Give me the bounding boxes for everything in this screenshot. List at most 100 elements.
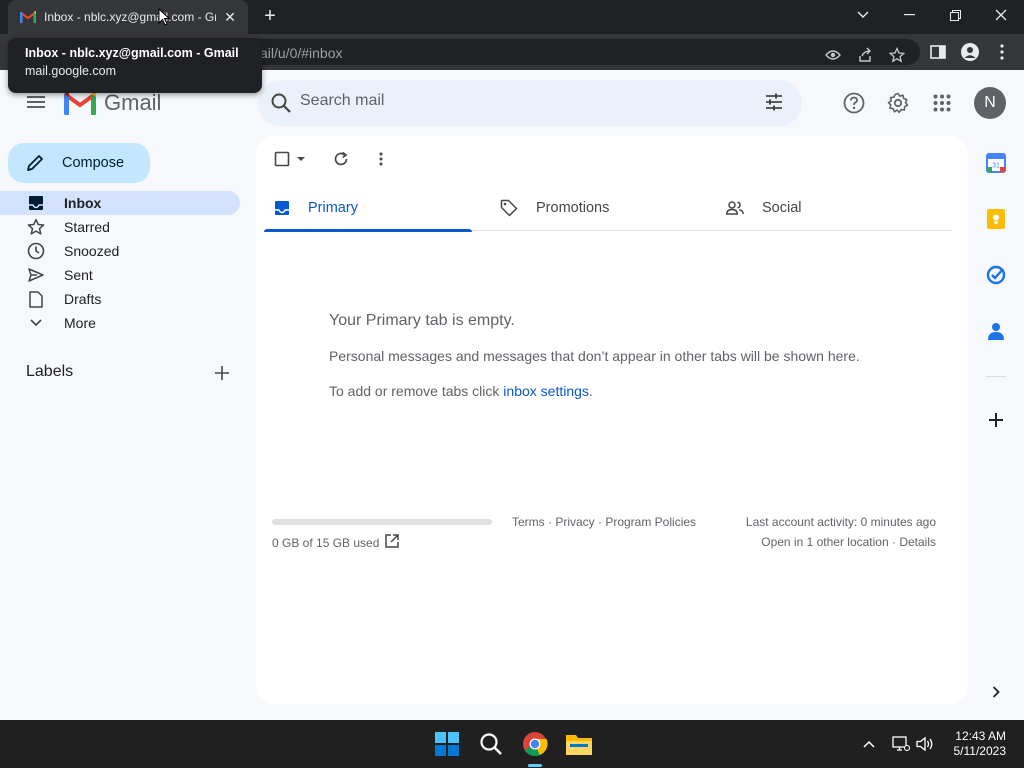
storage-meter [272,519,492,525]
sidebar-item-starred[interactable]: Starred [0,215,240,239]
profile-icon[interactable] [960,42,980,62]
clock-time: 12:43 AM [955,729,1006,743]
create-label-button[interactable] [212,363,232,383]
search-icon[interactable] [270,92,292,119]
empty-state-description: Personal messages and messages that don’… [329,348,860,364]
tab-label: Primary [308,199,358,216]
plus-icon [215,366,229,380]
eye-icon[interactable] [824,46,842,64]
bookmark-star-icon[interactable] [888,46,906,64]
get-addons-plus-icon[interactable] [984,408,1008,432]
checkbox-icon [274,151,290,167]
pencil-icon [27,155,43,171]
main-menu-button[interactable] [24,90,48,114]
settings-gear-icon[interactable] [886,91,910,115]
share-icon[interactable] [856,46,874,64]
hint-prefix: To add or remove tabs click [329,383,504,399]
more-actions-button[interactable] [379,149,383,169]
clock-icon [26,241,46,261]
tab-primary[interactable]: Primary [264,184,472,232]
inbox-settings-link[interactable]: inbox settings [503,383,589,399]
storage-usage-text: 0 GB of 15 GB used [272,536,380,550]
chrome-taskbar-icon[interactable] [521,730,549,758]
other-location-details[interactable]: Open in 1 other location · Details [761,535,936,549]
help-icon[interactable] [842,91,866,115]
tab-search-button[interactable] [840,0,886,30]
more-vert-icon [379,152,383,166]
refresh-icon [334,151,348,166]
search-options-icon[interactable] [764,92,784,117]
windows-taskbar: 12:43 AM 5/11/2023 [0,720,1024,768]
compose-label: Compose [62,155,125,171]
taskbar-search-icon[interactable] [477,730,505,758]
sidebar-item-label: Snoozed [64,243,120,259]
minimize-button[interactable] [886,0,932,30]
open-in-new-icon[interactable] [384,533,400,554]
main-content-panel: Primary Promotions Social Your Primary t… [256,136,968,704]
sidebar-item-label: Drafts [64,291,102,307]
sidebar-item-sent[interactable]: Sent [0,263,240,287]
mouse-cursor-icon [158,8,170,26]
account-avatar[interactable]: N [974,87,1006,119]
sidebar-item-inbox[interactable]: Inbox [0,191,240,215]
refresh-button[interactable] [333,149,349,169]
sidebar-item-snoozed[interactable]: Snoozed [0,239,240,263]
caret-down-icon [297,157,305,161]
restore-button[interactable] [932,0,978,30]
empty-state-title: Your Primary tab is empty. [329,312,515,329]
minimize-icon [903,14,915,16]
url-text: ail/u/0/#inbox [260,45,343,61]
search-input[interactable] [300,92,740,110]
tab-social[interactable]: Social [716,184,924,231]
calendar-icon[interactable]: 31 [984,151,1008,175]
close-window-button[interactable] [978,0,1024,30]
taskbar-clock[interactable]: 12:43 AM 5/11/2023 [944,729,1007,759]
tab-promotions[interactable]: Promotions [490,184,698,231]
browser-tab-gmail[interactable]: Inbox - nblc.xyz@gmail.com - Gr ✕ [8,0,248,34]
sidebar-item-label: Inbox [64,195,102,211]
expand-side-panel-icon[interactable] [984,680,1008,704]
tab-hover-tooltip: Inbox - nblc.xyz@gmail.com - Gmail mail.… [8,38,262,93]
send-icon [26,265,46,285]
close-tab-icon[interactable]: ✕ [222,9,238,26]
chevron-down-icon [857,11,869,18]
windows-start-icon[interactable] [433,730,461,758]
gmail-logo[interactable]: Gmail [64,90,161,116]
empty-state-hint: To add or remove tabs click inbox settin… [329,383,593,399]
draft-icon [26,289,46,309]
tab-label: Social [762,199,802,216]
search-bar[interactable] [258,80,802,126]
browser-tab-bar: Inbox - nblc.xyz@gmail.com - Gr ✕ + [0,0,1024,34]
compose-button[interactable]: Compose [8,143,150,183]
sidebar-item-more[interactable]: More [0,311,240,335]
sidebar-item-drafts[interactable]: Drafts [0,287,240,311]
tooltip-url: mail.google.com [25,64,117,78]
inbox-icon [26,193,46,213]
show-hidden-icons-chevron-up-icon[interactable] [855,730,883,758]
hint-suffix: . [588,383,593,399]
file-explorer-icon[interactable] [565,730,593,758]
close-icon [995,9,1007,21]
star-icon [26,217,46,237]
tasks-icon[interactable] [984,263,1008,287]
new-tab-button[interactable]: + [258,4,282,28]
inbox-icon [275,200,289,215]
google-apps-icon[interactable] [930,91,954,115]
sidebar-item-label: Sent [64,267,93,283]
sidebar-item-label: Starred [64,219,110,235]
tab-label: Promotions [536,199,610,216]
chevron-down-icon [26,313,46,333]
keep-icon[interactable] [984,207,1008,231]
select-checkbox[interactable] [274,149,290,169]
footer-links[interactable]: Terms · Privacy · Program Policies [512,515,696,529]
gmail-logo-text: Gmail [104,90,162,115]
calendar-day-number: 31 [992,163,1000,170]
clock-date: 5/11/2023 [953,744,1007,758]
more-vert-icon[interactable] [992,42,1012,62]
select-dropdown[interactable] [296,149,306,169]
volume-icon[interactable] [911,730,939,758]
gmail-m-icon [64,91,96,115]
contacts-icon[interactable] [984,319,1008,343]
category-tabs: Primary Promotions Social [264,184,952,232]
side-panel-icon[interactable] [928,42,948,62]
